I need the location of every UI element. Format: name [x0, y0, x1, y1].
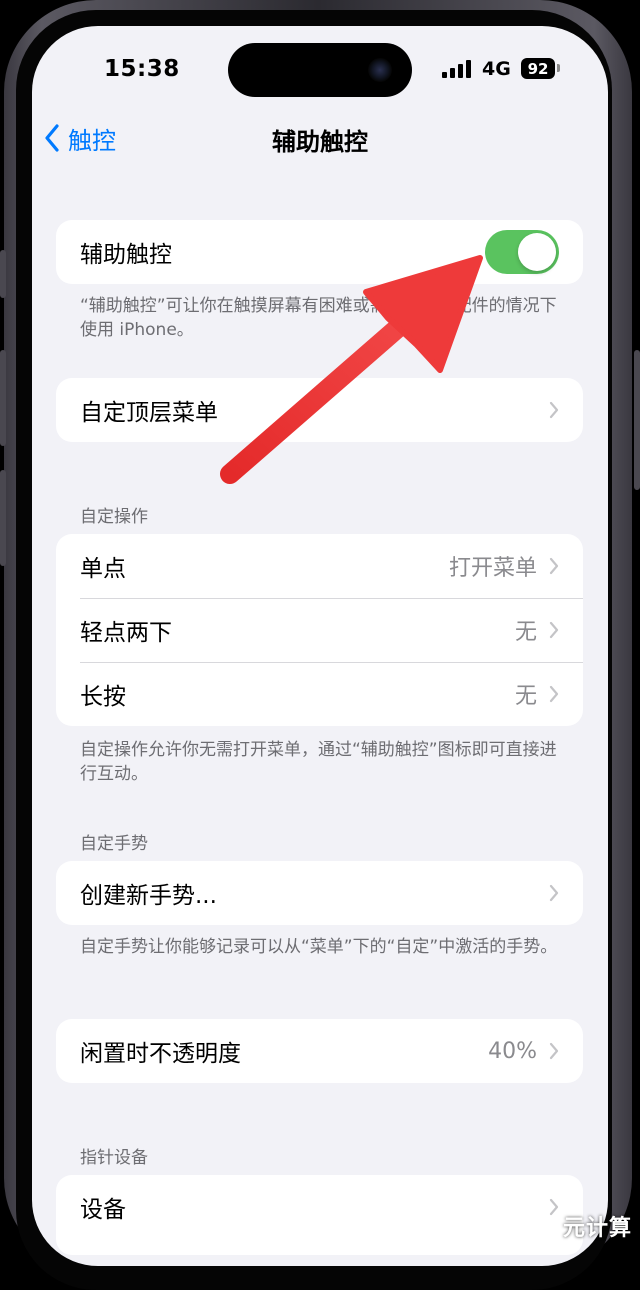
battery-level: 92 — [527, 59, 549, 78]
chevron-right-icon — [549, 884, 559, 902]
side-button-left-2 — [0, 350, 6, 446]
camera-icon — [368, 58, 392, 82]
chevron-left-icon — [45, 124, 59, 152]
chevron-right-icon — [549, 1198, 559, 1216]
custom-gestures-group: 创建新手势... — [56, 861, 583, 925]
assistive-touch-toggle[interactable] — [485, 230, 559, 274]
chevron-right-icon — [549, 401, 559, 419]
signal-icon — [442, 60, 474, 78]
dynamic-island — [228, 43, 412, 97]
screen: 15:38 4G 92 辅助触控 触控 辅助触控 “辅助触控”可让你在触摸屏幕有… — [32, 26, 608, 1266]
pointer-devices-header: 指针设备 — [80, 1148, 148, 1168]
chevron-right-icon — [549, 685, 559, 703]
toggle-knob — [518, 233, 556, 271]
chevron-right-icon — [549, 1042, 559, 1060]
action-value: 打开菜单 — [448, 556, 537, 581]
action-value: 无 — [514, 684, 537, 709]
custom-gestures-header: 自定手势 — [80, 834, 148, 854]
status-time: 15:38 — [104, 56, 180, 82]
back-button[interactable]: 触控 — [44, 122, 116, 155]
custom-gestures-footnote: 自定手势让你能够记录可以从“菜单”下的“自定”中激活的手势。 — [80, 937, 558, 957]
devices-label: 设备 — [80, 1197, 126, 1223]
battery-tip — [557, 64, 560, 72]
create-gesture-label: 创建新手势... — [80, 883, 217, 909]
action-row-double-tap[interactable]: 轻点两下 无 — [56, 598, 583, 662]
chevron-right-icon — [549, 557, 559, 575]
assistive-touch-label: 辅助触控 — [80, 242, 172, 268]
top-menu-group: 自定顶层菜单 — [56, 378, 583, 442]
chevron-right-icon — [549, 621, 559, 639]
custom-actions-header: 自定操作 — [80, 507, 148, 527]
network-type: 4G — [482, 58, 511, 80]
page-title: 辅助触控 — [272, 128, 368, 156]
top-menu-label: 自定顶层菜单 — [80, 400, 218, 426]
side-button-left-3 — [0, 470, 6, 566]
battery-icon: 92 — [521, 58, 555, 79]
devices-row[interactable]: 设备 — [56, 1175, 583, 1239]
idle-opacity-label: 闲置时不透明度 — [80, 1041, 241, 1067]
assistive-touch-group: 辅助触控 — [56, 220, 583, 284]
action-value: 无 — [514, 620, 537, 645]
side-button-right — [634, 350, 640, 490]
assistive-touch-row: 辅助触控 — [56, 220, 583, 284]
action-label: 轻点两下 — [80, 620, 172, 646]
idle-opacity-value: 40% — [488, 1038, 537, 1064]
create-gesture-row[interactable]: 创建新手势... — [56, 861, 583, 925]
assistive-touch-footnote: “辅助触控”可让你在触摸屏幕有困难或需要自适应配件的情况下使用 iPhone。 — [80, 296, 557, 340]
action-label: 单点 — [80, 556, 126, 582]
idle-opacity-row[interactable]: 闲置时不透明度 40% — [56, 1019, 583, 1083]
action-row-single-tap[interactable]: 单点 打开菜单 — [56, 534, 583, 598]
idle-opacity-group: 闲置时不透明度 40% — [56, 1019, 583, 1083]
side-button-left-1 — [0, 250, 6, 298]
action-label: 长按 — [80, 684, 126, 710]
pointer-devices-group: 设备 — [56, 1175, 583, 1255]
custom-actions-group: 单点 打开菜单 轻点两下 无 长按 无 — [56, 534, 583, 726]
custom-actions-footnote: 自定操作允许你无需打开菜单，通过“辅助触控”图标即可直接进行互动。 — [80, 740, 557, 784]
back-label: 触控 — [68, 126, 116, 155]
action-row-long-press[interactable]: 长按 无 — [56, 662, 583, 726]
watermark: 元计算 — [562, 1216, 632, 1241]
top-menu-row[interactable]: 自定顶层菜单 — [56, 378, 583, 442]
